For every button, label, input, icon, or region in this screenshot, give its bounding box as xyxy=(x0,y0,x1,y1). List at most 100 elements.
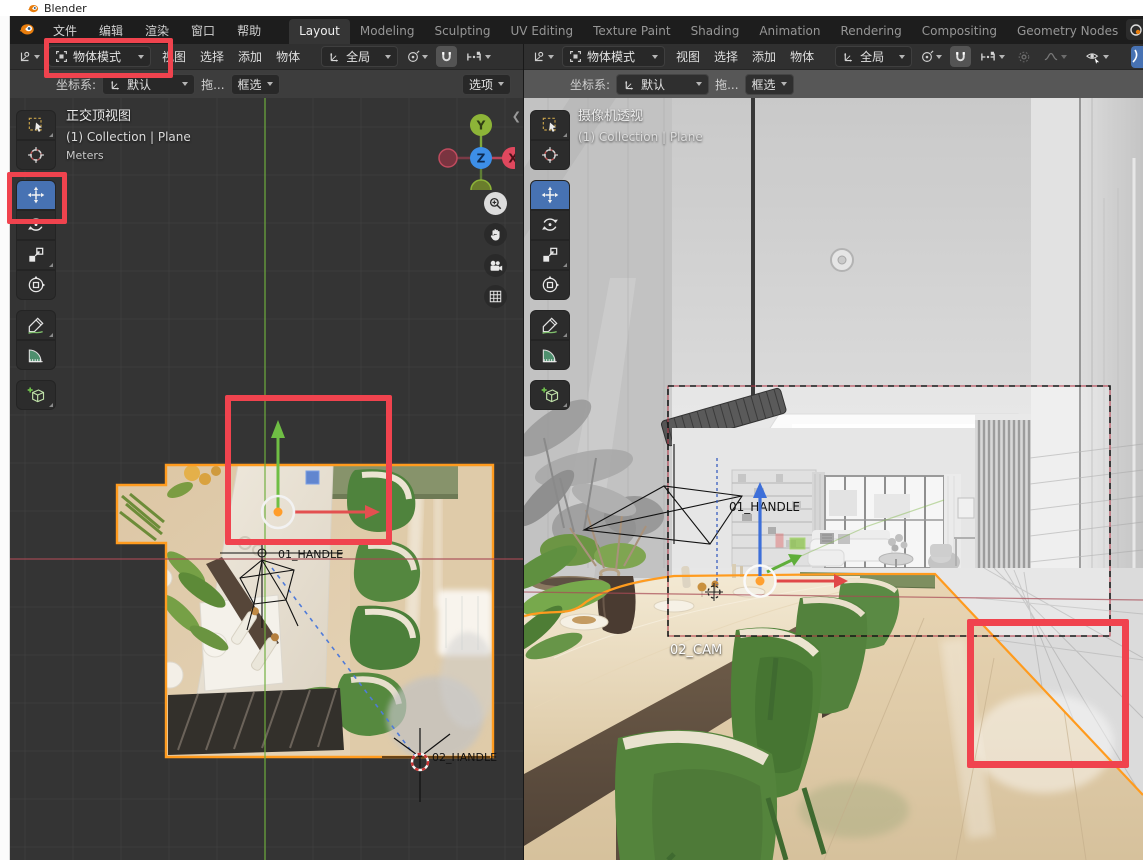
tool-scale[interactable] xyxy=(16,240,56,270)
mode-dropdown[interactable]: 物体模式 xyxy=(562,46,665,67)
options-dropdown[interactable]: 选项 xyxy=(462,74,511,95)
annotation-box-gizmo xyxy=(225,395,392,545)
workspace-tab[interactable]: Sculpting xyxy=(424,19,500,44)
chevron-down-icon xyxy=(781,82,787,86)
right-header-menus: 视图选择添加物体 xyxy=(669,45,821,68)
coord-system-label: 坐标系: xyxy=(56,76,96,93)
header-menu-item[interactable]: 选择 xyxy=(707,45,745,68)
falloff-dropdown[interactable] xyxy=(1039,46,1071,67)
workspace-tab[interactable]: Animation xyxy=(749,19,830,44)
workspace-tab[interactable]: Modeling xyxy=(350,19,425,44)
header-menu-item[interactable]: 添加 xyxy=(745,45,783,68)
move-axes-icon xyxy=(109,78,122,91)
view-controls xyxy=(484,192,507,308)
tool-add-cube[interactable] xyxy=(530,380,570,410)
orientation-label: 全局 xyxy=(860,48,884,65)
left-toolbar xyxy=(16,110,56,410)
svg-text:Y: Y xyxy=(476,119,486,133)
workspace-tab[interactable]: Layout xyxy=(289,19,350,44)
tool-rotate[interactable] xyxy=(530,210,570,240)
chevron-down-icon xyxy=(652,55,658,59)
orientation-dropdown[interactable]: 全局 xyxy=(321,46,398,67)
header-menu-item[interactable]: 视图 xyxy=(669,45,707,68)
blender-menu-icon[interactable] xyxy=(18,20,35,41)
tool-annotate[interactable] xyxy=(16,310,56,340)
workspace-tab[interactable]: Compositing xyxy=(912,19,1007,44)
proportional-edit-toggle[interactable] xyxy=(1013,46,1035,67)
camera-label: 02_CAM xyxy=(670,643,722,658)
scene-selector-partial[interactable] xyxy=(1126,19,1143,40)
tool-transform[interactable] xyxy=(530,270,570,300)
coord-system-label: 坐标系: xyxy=(570,76,610,93)
fallback-orientation-dropdown[interactable]: 默认 xyxy=(616,74,709,95)
workspace-tabs: LayoutModelingSculptingUV EditingTexture… xyxy=(289,16,1143,44)
orientation-icon xyxy=(328,50,341,63)
snap-target-icon xyxy=(465,50,483,64)
tool-move[interactable] xyxy=(530,180,570,210)
move-axes-icon xyxy=(623,78,636,91)
annotation-box-floor-corner xyxy=(967,619,1129,768)
tool-select-box[interactable] xyxy=(16,110,56,140)
tool-annotate[interactable] xyxy=(530,310,570,340)
header-menu-item[interactable]: 物体 xyxy=(269,45,307,68)
pivot-dropdown[interactable] xyxy=(916,46,946,67)
snap-toggle[interactable] xyxy=(950,46,971,67)
tool-measure[interactable] xyxy=(16,340,56,370)
tool-measure[interactable] xyxy=(530,340,570,370)
visibility-dropdown[interactable] xyxy=(1081,46,1113,67)
chevron-down-icon xyxy=(899,55,905,59)
select-mode-dropdown[interactable]: 框选 xyxy=(745,74,794,95)
blender-window: Blender 文件编辑渲染窗口帮助 LayoutModelingSculpti… xyxy=(0,0,1143,860)
pivot-dropdown[interactable] xyxy=(402,46,432,67)
navigation-gizmo[interactable]: Y X Z xyxy=(431,106,515,194)
camera-view-button[interactable] xyxy=(484,254,507,277)
chevron-down-icon xyxy=(267,82,273,86)
orientation-dropdown[interactable]: 全局 xyxy=(835,46,912,67)
chevron-down-icon xyxy=(182,82,188,86)
header-menu-item[interactable]: 物体 xyxy=(783,45,821,68)
workspace-tab[interactable]: Geometry Nodes xyxy=(1007,19,1128,44)
tool-cursor[interactable] xyxy=(530,140,570,170)
topbar-menu-item[interactable]: 帮助 xyxy=(229,18,269,43)
right-viewport-header: 物体模式 视图选择添加物体 全局 xyxy=(524,44,1143,70)
snap-toggle[interactable] xyxy=(436,46,457,67)
os-titlebar[interactable]: Blender xyxy=(0,0,1143,16)
left-header-menus: 视图选择添加物体 xyxy=(155,45,307,68)
tool-transform[interactable] xyxy=(16,270,56,300)
snap-settings-dropdown[interactable] xyxy=(461,46,495,67)
tool-scale[interactable] xyxy=(530,240,570,270)
magnet-icon xyxy=(440,50,453,64)
fallback-label: 默认 xyxy=(641,76,665,93)
workspace-tab[interactable]: Shading xyxy=(681,19,750,44)
header-menu-item[interactable]: 添加 xyxy=(231,45,269,68)
pivot-icon xyxy=(406,50,420,64)
workspace-tab[interactable]: Rendering xyxy=(831,19,912,44)
header-menu-item[interactable]: 选择 xyxy=(193,45,231,68)
gizmo-toggle-partial[interactable] xyxy=(1131,46,1143,68)
snap-settings-dropdown[interactable] xyxy=(975,46,1009,67)
zoom-button[interactable] xyxy=(484,192,507,215)
editor-type-icon xyxy=(18,50,32,64)
select-mode-label: 框选 xyxy=(238,76,262,93)
falloff-curve-icon xyxy=(1043,50,1059,64)
handle1-label: 01_HANDLE xyxy=(278,548,343,561)
select-mode-label: 框选 xyxy=(752,76,776,93)
tool-select-box[interactable] xyxy=(530,110,570,140)
pivot-icon xyxy=(920,50,934,64)
slat-partition xyxy=(975,414,1031,570)
orientation-icon xyxy=(842,50,855,63)
workspace-tab[interactable]: UV Editing xyxy=(501,19,584,44)
tool-cursor[interactable] xyxy=(16,140,56,170)
tool-add-cube[interactable] xyxy=(16,380,56,410)
proportional-dot-icon xyxy=(1017,50,1031,64)
select-mode-dropdown[interactable]: 框选 xyxy=(231,74,280,95)
workspace-tab[interactable]: Texture Paint xyxy=(583,19,680,44)
ortho-grid-button[interactable] xyxy=(484,285,507,308)
fallback-label: 默认 xyxy=(127,76,151,93)
pan-hand-button[interactable] xyxy=(484,223,507,246)
editor-type-button[interactable] xyxy=(528,46,558,67)
editor-type-button[interactable] xyxy=(14,46,44,67)
scene-icon xyxy=(1129,23,1143,37)
topbar-menu-item[interactable]: 窗口 xyxy=(183,18,223,43)
gizmo-neg-x-axis xyxy=(439,149,457,167)
